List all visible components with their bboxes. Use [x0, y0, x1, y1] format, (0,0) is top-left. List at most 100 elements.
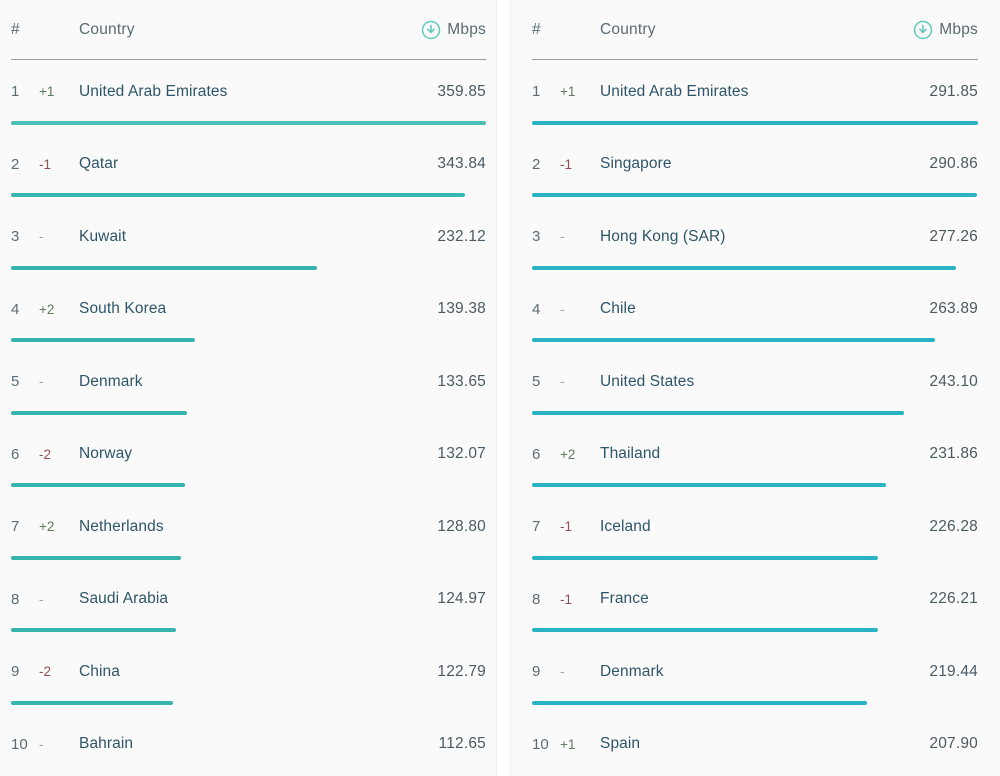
rank-change-indicator: -1: [560, 592, 600, 607]
table-row[interactable]: 9-Denmark219.44: [532, 640, 978, 713]
speed-bar-track: [11, 338, 486, 342]
country-name[interactable]: Denmark: [79, 373, 408, 391]
speed-bar-fill: [11, 266, 317, 270]
country-name[interactable]: Chile: [600, 300, 900, 318]
row-content: 4-Chile263.89: [532, 278, 978, 341]
table-row[interactable]: 4-Chile263.89: [532, 278, 978, 351]
table-row[interactable]: 2-1Singapore290.86: [532, 133, 978, 206]
ranking-rows-right: 1+1United Arab Emirates291.852-1Singapor…: [532, 60, 978, 776]
table-row[interactable]: 8-Saudi Arabia124.97: [11, 568, 486, 641]
header-country: Country: [79, 21, 421, 39]
table-row[interactable]: 5-United States243.10: [532, 350, 978, 423]
speed-bar-track: [532, 121, 978, 125]
download-circle-icon: [421, 20, 441, 40]
table-row[interactable]: 7+2Netherlands128.80: [11, 495, 486, 568]
table-row[interactable]: 2-1Qatar343.84: [11, 133, 486, 206]
rank-number: 5: [11, 373, 39, 390]
speed-bar-fill: [532, 628, 878, 632]
country-name[interactable]: Singapore: [600, 155, 900, 173]
rank-change-indicator: -: [39, 737, 79, 752]
speed-bar-track: [11, 121, 486, 125]
row-content: 3-Kuwait232.12: [11, 205, 486, 268]
country-name[interactable]: Saudi Arabia: [79, 590, 408, 608]
rank-change-indicator: -1: [560, 519, 600, 534]
speed-value: 231.86: [900, 445, 978, 463]
rank-number: 3: [11, 228, 39, 245]
speed-bar-track: [532, 483, 978, 487]
rank-number: 2: [11, 156, 39, 173]
country-name[interactable]: Kuwait: [79, 228, 408, 246]
speed-value: 343.84: [408, 155, 486, 173]
country-name[interactable]: Iceland: [600, 518, 900, 536]
speed-bar-fill: [532, 483, 886, 487]
rank-change-indicator: -2: [39, 664, 79, 679]
rank-number: 1: [532, 83, 560, 100]
table-row[interactable]: 5-Denmark133.65: [11, 350, 486, 423]
country-name[interactable]: Netherlands: [79, 518, 408, 536]
table-row[interactable]: 3-Hong Kong (SAR)277.26: [532, 205, 978, 278]
rank-change-indicator: +1: [560, 737, 600, 752]
header-value[interactable]: Mbps: [913, 20, 978, 40]
country-name[interactable]: Qatar: [79, 155, 408, 173]
ranking-panel-left: # Country Mbps 1+1United Arab Emirates 3 5…: [0, 0, 497, 776]
country-name[interactable]: United Arab Emirates: [600, 83, 900, 101]
table-row[interactable]: 6-2Norway132.07: [11, 423, 486, 496]
speed-value: 226.28: [900, 518, 978, 536]
table-row[interactable]: 8-1France226.21: [532, 568, 978, 641]
country-name[interactable]: Norway: [79, 445, 408, 463]
row-content: 6-2Norway132.07: [11, 423, 486, 486]
country-name[interactable]: United States: [600, 373, 900, 391]
table-row[interactable]: 10-Bahrain112.65: [11, 713, 486, 776]
speed-value: 133.65: [408, 373, 486, 391]
rank-change-indicator: -: [39, 374, 79, 389]
rank-change-indicator: +2: [560, 447, 600, 462]
row-content: 7+2Netherlands128.80: [11, 495, 486, 558]
download-circle-icon: [913, 20, 933, 40]
speed-bar-track: [532, 411, 978, 415]
table-row[interactable]: 7-1Iceland226.28: [532, 495, 978, 568]
speed-bar-track: [532, 628, 978, 632]
speed-bar-fill: [532, 338, 935, 342]
row-content: 2-1Qatar343.84: [11, 133, 486, 196]
country-name[interactable]: South Korea: [79, 300, 408, 318]
speed-bar-track: [532, 556, 978, 560]
row-content: 5-Denmark133.65: [11, 350, 486, 413]
table-row[interactable]: 1+1United Arab Emirates291.85: [532, 60, 978, 133]
country-name[interactable]: Bahrain: [79, 735, 408, 753]
speed-bar-track: [11, 411, 486, 415]
row-content: 9-2China122.79: [11, 640, 486, 703]
rank-number: 1: [11, 83, 39, 100]
table-row[interactable]: 10+1Spain207.90: [532, 713, 978, 776]
rank-change-indicator: +1: [39, 84, 79, 99]
speed-value: 226.21: [900, 590, 978, 608]
rank-change-indicator: -1: [39, 157, 79, 172]
speed-bar-track: [11, 701, 486, 705]
row-content: 3-Hong Kong (SAR)277.26: [532, 205, 978, 268]
country-name[interactable]: Denmark: [600, 663, 900, 681]
header-rank: #: [11, 21, 39, 39]
rank-number: 8: [11, 591, 39, 608]
table-row[interactable]: 9-2China122.79: [11, 640, 486, 713]
speed-bar-fill: [11, 628, 176, 632]
table-row[interactable]: 4+2South Korea139.38: [11, 278, 486, 351]
speed-bar-fill: [11, 411, 187, 415]
country-name[interactable]: China: [79, 663, 408, 681]
country-name[interactable]: France: [600, 590, 900, 608]
country-name[interactable]: Thailand: [600, 445, 900, 463]
table-row[interactable]: 1+1United Arab Emirates359.85: [11, 60, 486, 133]
rank-number: 10: [11, 736, 39, 753]
header-value[interactable]: Mbps: [421, 20, 486, 40]
rank-change-indicator: -: [39, 592, 79, 607]
row-content: 10+1Spain207.90: [532, 713, 978, 776]
country-name[interactable]: Spain: [600, 735, 900, 753]
table-row[interactable]: 6+2Thailand231.86: [532, 423, 978, 496]
country-name[interactable]: United Arab Emirates: [79, 83, 408, 101]
speed-value: 243.10: [900, 373, 978, 391]
speed-value: 139.38: [408, 300, 486, 318]
speed-bar-track: [532, 266, 978, 270]
rank-change-indicator: -1: [560, 157, 600, 172]
row-content: 1+1United Arab Emirates291.85: [532, 60, 978, 123]
country-name[interactable]: Hong Kong (SAR): [600, 228, 900, 246]
table-row[interactable]: 3-Kuwait232.12: [11, 205, 486, 278]
rank-change-indicator: +2: [39, 302, 79, 317]
